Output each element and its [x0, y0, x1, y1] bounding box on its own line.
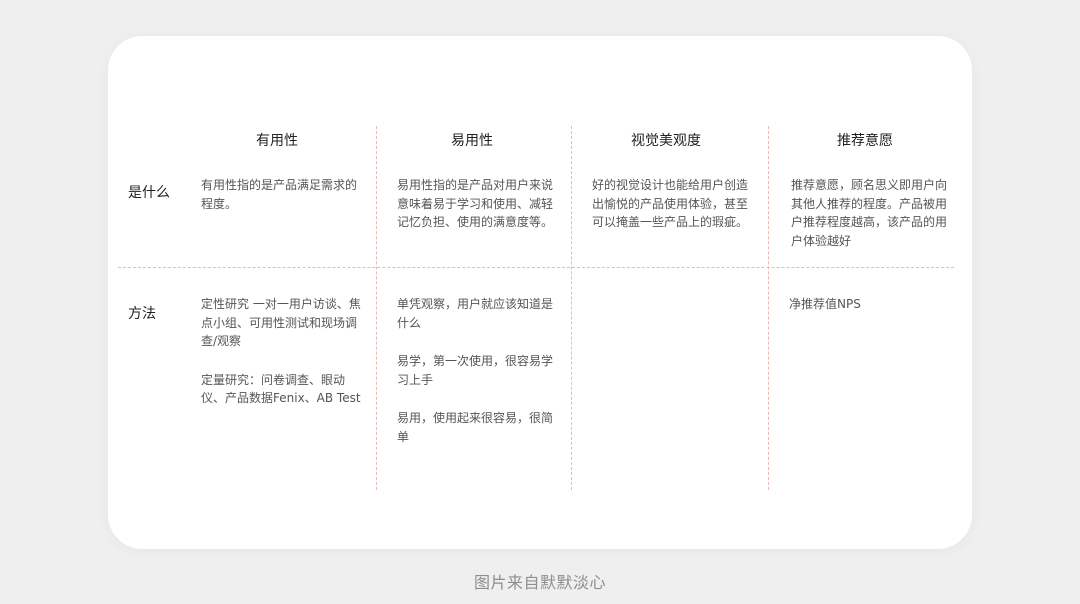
- method-item: 易学，第一次使用，很容易学习上手: [397, 354, 554, 387]
- row-header-what: 是什么: [128, 185, 170, 201]
- cell-methods-recommend: 净推荐值NPS: [789, 295, 947, 334]
- method-item: 定量研究：问卷调查、眼动仪、产品数据Fenix、AB Test: [201, 372, 361, 406]
- column-divider: [376, 126, 377, 490]
- cell-what-usefulness: 有用性指的是产品满足需求的程度。: [201, 178, 358, 211]
- cell-what-recommend: 推荐意愿，顾名思义即用户向其他人推荐的程度。产品被用户推荐程度越高，该产品的用户…: [791, 178, 948, 248]
- column-header-recommend: 推荐意愿: [837, 133, 893, 149]
- column-divider: [571, 126, 572, 490]
- cell-methods-usefulness: 定性研究 一对一用户访谈、焦点小组、可用性测试和现场调查/观察 定量研究：问卷调…: [201, 295, 361, 428]
- method-item: 净推荐值NPS: [789, 297, 861, 311]
- row-divider: [118, 267, 954, 268]
- cell-what-aesthetics: 好的视觉设计也能给用户创造出愉悦的产品使用体验，甚至可以掩盖一些产品上的瑕疵。: [592, 178, 749, 229]
- column-header-aesthetics: 视觉美观度: [631, 133, 701, 149]
- method-item: 单凭观察，用户就应该知道是什么: [397, 297, 554, 330]
- cell-methods-usability: 单凭观察，用户就应该知道是什么 易学，第一次使用，很容易学习上手 易用，使用起来…: [397, 295, 555, 466]
- method-item: 定性研究 一对一用户访谈、焦点小组、可用性测试和现场调查/观察: [201, 297, 361, 348]
- column-header-usefulness: 有用性: [256, 133, 298, 149]
- content-card: [108, 36, 972, 549]
- column-divider: [768, 126, 769, 490]
- cell-what-usability: 易用性指的是产品对用户来说意味着易于学习和使用、减轻记忆负担、使用的满意度等。: [397, 178, 554, 229]
- image-caption: 图片来自默默淡心: [473, 573, 606, 592]
- method-item: 易用，使用起来很容易，很简单: [397, 411, 554, 444]
- row-header-methods: 方法: [128, 306, 156, 322]
- column-header-usability: 易用性: [451, 133, 493, 149]
